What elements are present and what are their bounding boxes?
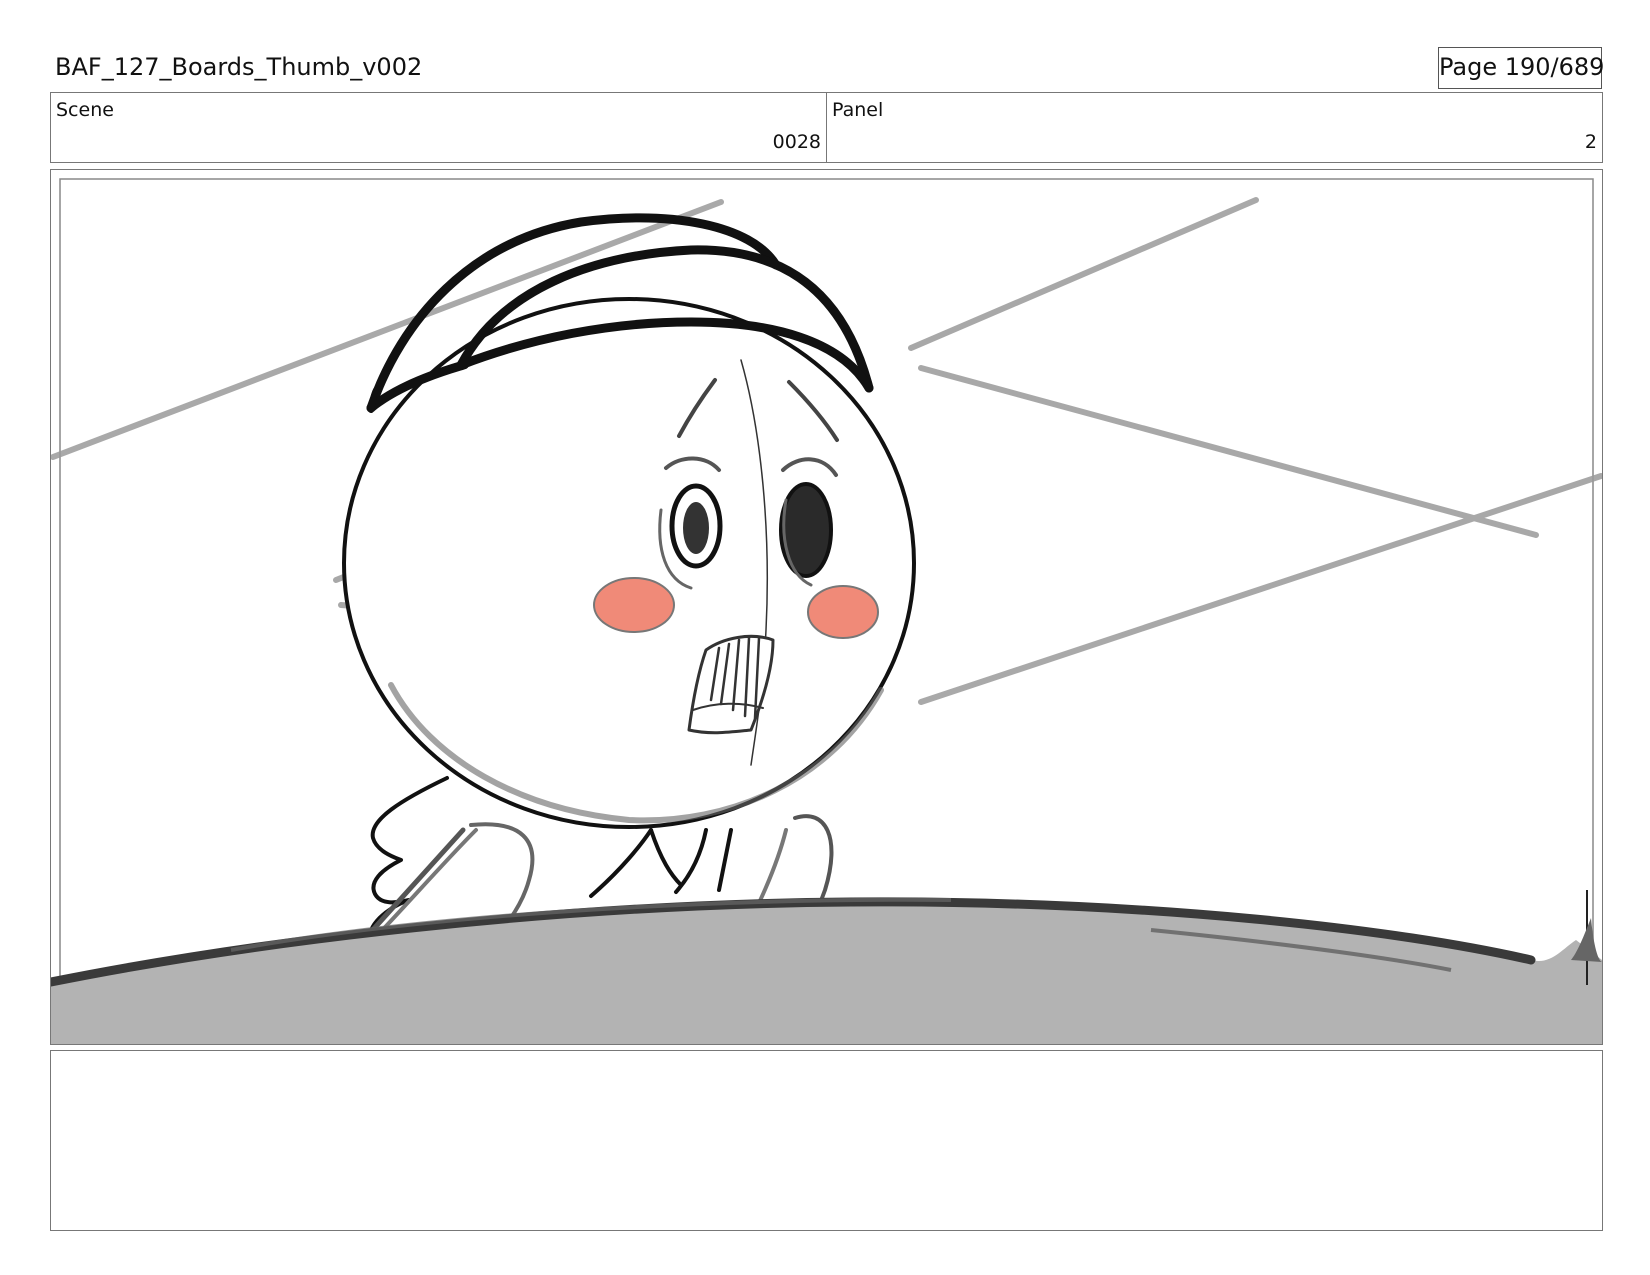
document-title: BAF_127_Boards_Thumb_v002: [55, 53, 423, 81]
page-indicator: Page 190/689: [1438, 47, 1604, 89]
scene-panel-info: Scene 0028 Panel 2: [50, 92, 1603, 163]
foreground-mound: [51, 890, 1602, 1044]
storyboard-drawing: [51, 178, 1602, 1044]
scene-cell: Scene 0028: [51, 93, 826, 162]
panel-number: 2: [1584, 131, 1597, 153]
scene-number: 0028: [772, 131, 821, 153]
scene-label: Scene: [56, 99, 114, 121]
notes-box: [50, 1050, 1603, 1231]
panel-label: Panel: [832, 99, 884, 121]
storyboard-frame: [50, 169, 1603, 1045]
panel-cell: Panel 2: [826, 93, 1602, 162]
